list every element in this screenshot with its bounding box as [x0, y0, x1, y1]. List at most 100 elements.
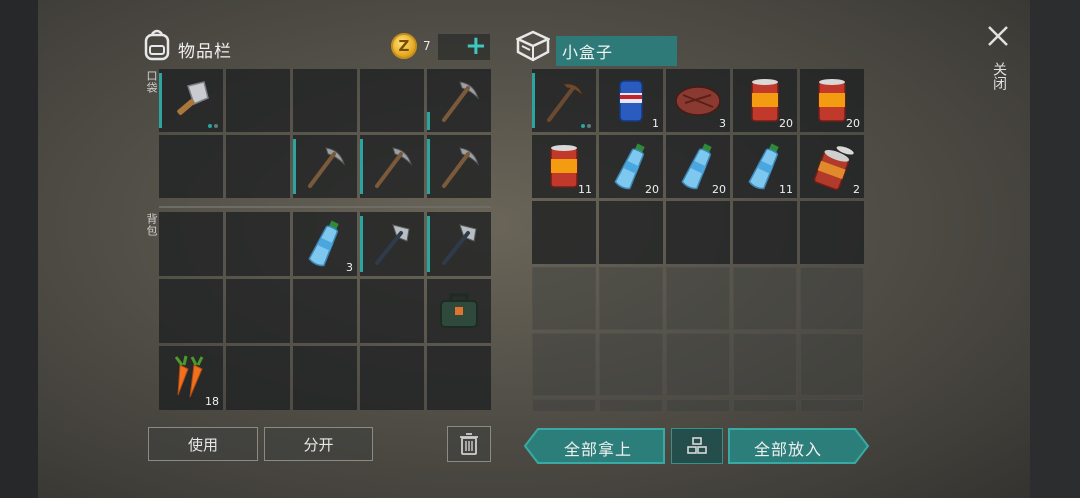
box-slot[interactable] — [532, 69, 596, 132]
backpack-slot[interactable] — [293, 279, 357, 343]
backpack-slot[interactable]: 3 — [293, 212, 357, 276]
box-slot[interactable] — [666, 267, 730, 330]
take-all-label: 全部拿上 — [564, 440, 633, 459]
item-count: 11 — [779, 183, 793, 196]
item-count: 11 — [578, 183, 592, 196]
grid-divider — [159, 206, 491, 208]
backpack-slot[interactable] — [293, 346, 357, 410]
box-slot[interactable] — [599, 201, 663, 264]
trash-button[interactable] — [447, 426, 491, 462]
box-slot[interactable] — [733, 399, 797, 411]
box-slot[interactable] — [733, 333, 797, 396]
durability-dots — [581, 124, 591, 128]
item-count: 20 — [779, 117, 793, 130]
backpack-slot[interactable]: 18 — [159, 346, 223, 410]
box-title: 小盒子 — [556, 36, 677, 66]
item-count: 1 — [652, 117, 659, 130]
close-label[interactable]: 关闭 — [989, 62, 1009, 90]
box-slot[interactable]: 2 — [800, 135, 864, 198]
item-count: 2 — [853, 183, 860, 196]
durability-bar — [293, 139, 296, 194]
box-slot[interactable] — [800, 267, 864, 330]
backpack-slot[interactable] — [360, 346, 424, 410]
put-all-button[interactable]: 全部放入 — [728, 428, 870, 468]
box-slot[interactable] — [733, 201, 797, 264]
box-slot[interactable]: 11 — [733, 135, 797, 198]
backpack-slot[interactable] — [427, 212, 491, 276]
box-slot[interactable] — [532, 267, 596, 330]
box-slot[interactable]: 11 — [532, 135, 596, 198]
durability-dots — [208, 124, 218, 128]
box-slot[interactable]: 20 — [666, 135, 730, 198]
backpack-slot[interactable] — [360, 212, 424, 276]
backpack-slot[interactable] — [226, 279, 290, 343]
durability-bar — [159, 73, 162, 128]
box-slot[interactable]: 1 — [599, 69, 663, 132]
box-icon — [515, 30, 551, 66]
box-slot[interactable]: 20 — [733, 69, 797, 132]
split-button[interactable]: 分开 — [264, 427, 373, 461]
add-coins-button[interactable]: + — [465, 33, 487, 59]
backpack-slot[interactable] — [159, 212, 223, 276]
backpack-label: 背包 — [145, 213, 158, 237]
box-slot[interactable] — [532, 399, 596, 411]
pocket-grid — [159, 69, 491, 198]
trash-icon — [460, 433, 478, 455]
pocket-slot[interactable] — [293, 69, 357, 132]
pocket-slot[interactable] — [427, 69, 491, 132]
coin-count: 7 — [423, 39, 431, 53]
coin-icon: Z — [391, 33, 417, 59]
backpack-slot[interactable] — [226, 212, 290, 276]
use-button[interactable]: 使用 — [148, 427, 258, 461]
box-slot[interactable] — [666, 201, 730, 264]
pocket-slot[interactable] — [226, 135, 290, 198]
box-slot[interactable] — [599, 267, 663, 330]
pocket-slot[interactable] — [360, 135, 424, 198]
item-count: 18 — [205, 395, 219, 408]
pocket-slot[interactable] — [360, 69, 424, 132]
pocket-slot[interactable] — [226, 69, 290, 132]
pocket-label: 口袋 — [145, 70, 158, 94]
take-all-button[interactable]: 全部拿上 — [523, 428, 666, 468]
durability-bar — [427, 216, 430, 272]
box-slot[interactable] — [666, 399, 730, 411]
box-slot[interactable]: 20 — [800, 69, 864, 132]
box-slot[interactable] — [800, 201, 864, 264]
pocket-slot[interactable] — [159, 135, 223, 198]
box-slot[interactable] — [800, 333, 864, 396]
sort-button[interactable] — [671, 428, 723, 464]
pocket-slot[interactable] — [427, 135, 491, 198]
item-count: 3 — [346, 261, 353, 274]
item-count: 20 — [712, 183, 726, 196]
put-all-label: 全部放入 — [754, 440, 823, 459]
durability-bar — [360, 216, 363, 272]
box-slot[interactable] — [532, 333, 596, 396]
box-grid: 1 3 20 20 11 20 20 11 2 — [532, 69, 864, 411]
box-slot[interactable]: 20 — [599, 135, 663, 198]
backpack-slot[interactable] — [427, 279, 491, 343]
durability-bar — [427, 139, 430, 194]
backpack-slot[interactable] — [226, 346, 290, 410]
close-icon[interactable] — [986, 24, 1010, 52]
durability-bar — [532, 73, 535, 128]
durability-bar — [360, 139, 363, 194]
box-slot[interactable] — [599, 399, 663, 411]
box-slot[interactable] — [599, 333, 663, 396]
backpack-grid: 3 18 — [159, 212, 491, 410]
box-slot[interactable] — [800, 399, 864, 411]
backpack-slot[interactable] — [159, 279, 223, 343]
grid-sort-icon — [687, 437, 707, 454]
box-slot[interactable] — [666, 333, 730, 396]
item-count: 20 — [846, 117, 860, 130]
item-count: 20 — [645, 183, 659, 196]
pocket-slot[interactable] — [159, 69, 223, 132]
inventory-title: 物品栏 — [178, 42, 232, 62]
box-slot[interactable] — [532, 201, 596, 264]
pocket-slot[interactable] — [293, 135, 357, 198]
durability-bar — [427, 112, 430, 130]
box-slot[interactable] — [733, 267, 797, 330]
item-count: 3 — [719, 117, 726, 130]
box-slot[interactable]: 3 — [666, 69, 730, 132]
backpack-slot[interactable] — [427, 346, 491, 410]
backpack-slot[interactable] — [360, 279, 424, 343]
